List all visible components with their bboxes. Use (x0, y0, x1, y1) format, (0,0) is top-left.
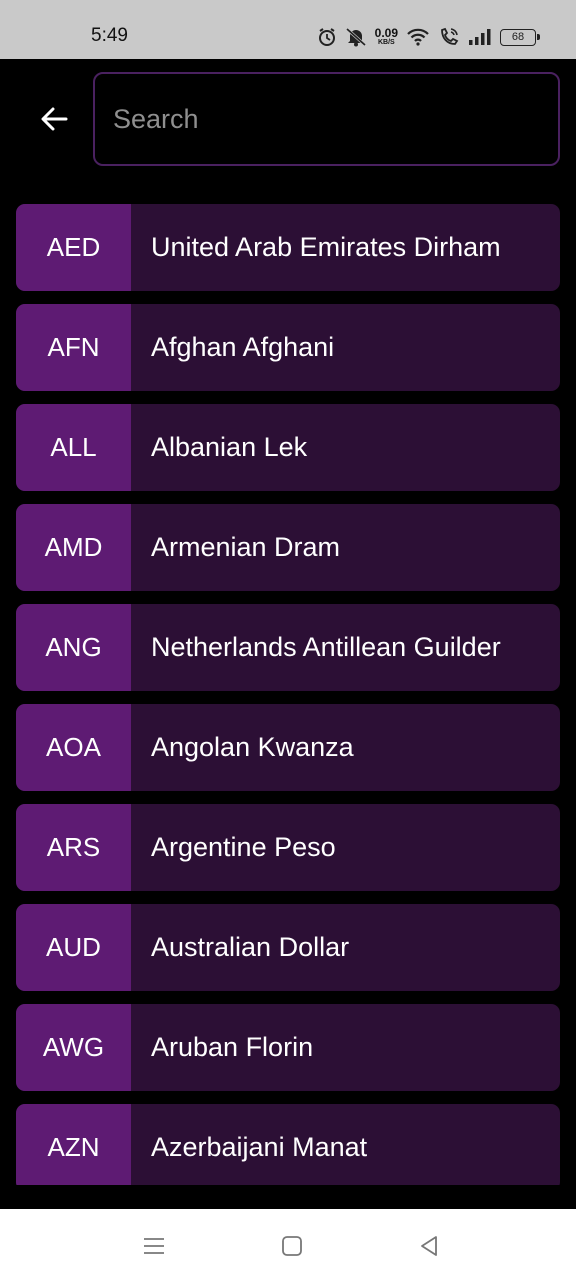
menu-button[interactable] (139, 1231, 169, 1261)
currency-name: Aruban Florin (151, 1032, 314, 1062)
currency-code: AOA (16, 704, 131, 791)
currency-row-awg[interactable]: AWG Aruban Florin (16, 1004, 560, 1091)
signal-icon (468, 28, 492, 46)
alarm-icon (317, 27, 337, 47)
currency-name: Netherlands Antillean Guilder (151, 632, 501, 662)
currency-code: AED (16, 204, 131, 291)
currency-row-aud[interactable]: AUD Australian Dollar (16, 904, 560, 991)
home-icon (282, 1236, 302, 1256)
net-speed: 0.09 KB/S (375, 27, 398, 46)
currency-code: ANG (16, 604, 131, 691)
currency-list: AED United Arab Emirates Dirham AFN Afghan … (16, 204, 560, 1185)
wifi-icon (406, 27, 430, 47)
currency-name: Australian Dollar (151, 932, 350, 962)
currency-row-afn[interactable]: AFN Afghan Afghani (16, 304, 560, 391)
net-speed-unit: KB/S (377, 38, 395, 46)
currency-row-ars[interactable]: ARS Argentine Peso (16, 804, 560, 891)
currency-row-all[interactable]: ALL Albanian Lek (16, 404, 560, 491)
home-button[interactable] (277, 1231, 307, 1261)
currency-name: Afghan Afghani (151, 332, 335, 362)
mute-icon (345, 27, 367, 47)
currency-code: ARS (16, 804, 131, 891)
currency-row-azn[interactable]: AZN Azerbaijani Manat (16, 1104, 560, 1185)
wifi-call-icon (438, 27, 460, 47)
search-input[interactable] (95, 74, 558, 164)
back-nav-button[interactable] (414, 1231, 444, 1261)
navigation-bar (0, 1209, 576, 1280)
currency-name: Angolan Kwanza (151, 732, 354, 762)
currency-name: Albanian Lek (151, 432, 308, 462)
currency-name: Argentine Peso (151, 832, 336, 862)
net-speed-value: 0.09 (374, 25, 398, 40)
search-box (93, 72, 560, 166)
currency-name: Azerbaijani Manat (151, 1132, 368, 1162)
currency-code: AUD (16, 904, 131, 991)
currency-row-ang[interactable]: ANG Netherlands Antillean Guilder (16, 604, 560, 691)
currency-code: AFN (16, 304, 131, 391)
currency-code: AZN (16, 1104, 131, 1185)
battery-icon: 68 (500, 28, 540, 46)
back-button[interactable] (30, 99, 78, 139)
status-bar: 5:49 0.09 KB/S 68 (0, 0, 576, 59)
menu-icon (144, 1238, 164, 1254)
currency-name: United Arab Emirates Dirham (151, 232, 501, 262)
currency-code: ALL (16, 404, 131, 491)
arrow-left-icon (41, 107, 68, 131)
currency-name: Armenian Dram (151, 532, 341, 562)
currency-row-aed[interactable]: AED United Arab Emirates Dirham (16, 204, 560, 291)
status-time: 5:49 (91, 25, 128, 46)
back-triangle-icon (421, 1236, 437, 1256)
header (0, 59, 576, 179)
currency-code: AWG (16, 1004, 131, 1091)
currency-row-amd[interactable]: AMD Armenian Dram (16, 504, 560, 591)
currency-code: AMD (16, 504, 131, 591)
status-icons: 0.09 KB/S 68 (317, 22, 540, 52)
currency-row-aoa[interactable]: AOA Angolan Kwanza (16, 704, 560, 791)
